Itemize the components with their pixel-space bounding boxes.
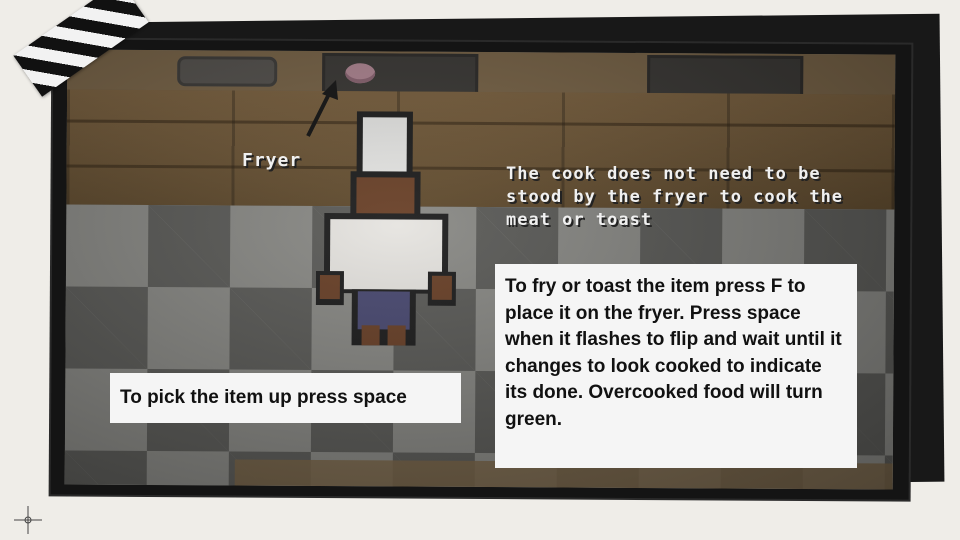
arrow-up-left-icon — [306, 80, 338, 137]
pickup-instruction: To pick the item up press space — [110, 373, 461, 423]
fryer-food-item — [345, 63, 376, 84]
crosshair-icon — [14, 506, 42, 534]
fryer-label: Fryer — [242, 150, 302, 171]
sink — [177, 56, 278, 87]
cook-note: The cook does not need to be stood by th… — [506, 164, 844, 230]
cook-character — [315, 111, 456, 346]
hob — [647, 55, 804, 98]
fry-instruction: To fry or toast the item press F to plac… — [495, 264, 857, 468]
